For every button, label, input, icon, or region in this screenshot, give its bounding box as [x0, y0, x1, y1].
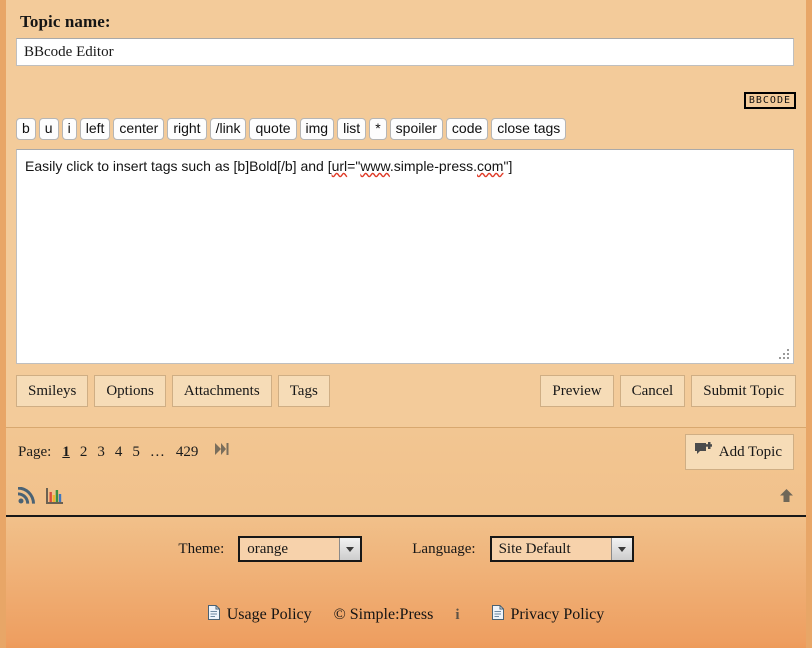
pagination-page-4[interactable]: 4 — [115, 444, 123, 460]
topic-name-input[interactable] — [16, 38, 794, 66]
bbcode-tag-button[interactable]: u — [38, 118, 59, 140]
pagination-page-3[interactable]: 3 — [97, 444, 105, 460]
bbcode-tag-button[interactable]: i — [61, 118, 77, 140]
bbcode-toolbar: b u i left center right/link quote img list * spoi… — [16, 118, 796, 140]
footer: Usage Policy © Simple:Press i Privacy Po… — [6, 592, 806, 638]
post-text-segment-3: =" — [347, 158, 361, 174]
language-select[interactable]: Site Default — [489, 536, 634, 562]
document-icon — [207, 605, 220, 625]
bbcode-tag-button[interactable]: code — [445, 118, 489, 140]
theme-select[interactable]: orange — [238, 536, 363, 562]
bbcode-tag-button[interactable]: close tags — [491, 118, 567, 140]
privacy-policy-label: Privacy Policy — [510, 606, 605, 623]
statistics-bar-chart-icon[interactable] — [46, 487, 63, 509]
info-icon[interactable]: i — [455, 607, 459, 624]
editor-action-bar: Smileys Options Attachments Tags Preview Can… — [16, 375, 796, 409]
pagination-label: Page: — [18, 444, 52, 460]
theme-label: Theme: — [178, 540, 225, 557]
bbcode-badge-row: BBCODE — [16, 92, 796, 116]
editor-button-submit-topic[interactable]: Submit Topic — [691, 375, 796, 407]
post-text-misspelled-www: www — [360, 158, 390, 174]
bbcode-tag-button[interactable]: * — [369, 118, 387, 140]
feed-icons — [18, 486, 63, 509]
post-text-misspelled-com: com — [477, 158, 504, 174]
bbcode-tag-button[interactable]: img — [299, 118, 335, 140]
forum-page: Topic name: BBCODE buileftcenterright/li… — [0, 0, 812, 648]
pagination-page-1[interactable]: 1 — [62, 444, 70, 460]
bbcode-tag-button[interactable]: spoiler — [389, 118, 443, 140]
scroll-to-top-arrow-icon[interactable] — [779, 488, 794, 508]
editor-button-attachments[interactable]: Attachments — [171, 375, 272, 407]
pagination-ellipsis: … — [149, 444, 166, 460]
bbcode-tag-button[interactable]: left — [79, 118, 111, 140]
bbcode-tag-button[interactable]: quote — [249, 118, 297, 140]
post-text-segment-1: Easily click to insert tags such as [b]B… — [25, 158, 332, 174]
site-preferences: Theme: orange Language: Site Default — [6, 517, 806, 581]
feed-icon-bar — [6, 480, 806, 515]
add-topic-bubble-icon — [694, 442, 713, 462]
bbcode-mode-badge[interactable]: BBCODE — [743, 92, 796, 109]
pagination: Page: 1 2 3 4 5 … 429 — [18, 442, 229, 461]
chevron-down-icon — [610, 538, 632, 560]
pagination-page-5[interactable]: 5 — [132, 444, 140, 460]
editor-button-preview[interactable]: Preview — [540, 375, 614, 407]
pagination-page-last[interactable]: 429 — [176, 444, 199, 460]
editor-button-smileys[interactable]: Smileys — [16, 375, 89, 407]
topic-name-label: Topic name: — [20, 12, 111, 31]
copyright-text: © Simple:Press — [334, 606, 434, 624]
bbcode-tag-button[interactable]: /link — [209, 118, 247, 140]
pagination-page-2[interactable]: 2 — [80, 444, 88, 460]
bbcode-tag-button[interactable]: center — [113, 118, 165, 140]
post-text-segment-5: .simple-press. — [389, 158, 478, 174]
privacy-policy-link[interactable]: Privacy Policy — [491, 605, 605, 625]
post-body-text: Easily click to insert tags such as [b]B… — [17, 150, 793, 182]
bbcode-tag-button[interactable]: list — [337, 118, 367, 140]
chevron-down-icon — [339, 538, 361, 560]
pagination-bar: Page: 1 2 3 4 5 … 429 Add Topic — [6, 428, 806, 480]
add-topic-label: Add Topic — [718, 443, 782, 460]
usage-policy-link[interactable]: Usage Policy — [207, 605, 312, 625]
copyright-label: © Simple:Press — [333, 606, 434, 623]
add-topic-button[interactable]: Add Topic — [684, 434, 794, 470]
editor-button-tags[interactable]: Tags — [277, 375, 330, 407]
post-text-segment-7: "] — [503, 158, 513, 174]
post-body-textarea[interactable]: Easily click to insert tags such as [b]B… — [16, 149, 794, 364]
bbcode-tag-button[interactable]: right — [167, 118, 207, 140]
document-icon — [491, 605, 504, 625]
rss-feed-icon[interactable] — [18, 486, 35, 509]
usage-policy-label: Usage Policy — [226, 606, 312, 623]
editor-button-cancel[interactable]: Cancel — [619, 375, 686, 407]
textarea-resize-grip[interactable] — [779, 349, 791, 361]
bbcode-tag-button[interactable]: b — [16, 118, 36, 140]
editor-button-options[interactable]: Options — [94, 375, 166, 407]
language-label: Language: — [412, 540, 476, 557]
post-text-misspelled-url: url — [331, 158, 348, 174]
jump-to-last-page-icon[interactable] — [210, 443, 229, 460]
post-editor: Topic name: BBCODE buileftcenterright/li… — [6, 0, 806, 427]
